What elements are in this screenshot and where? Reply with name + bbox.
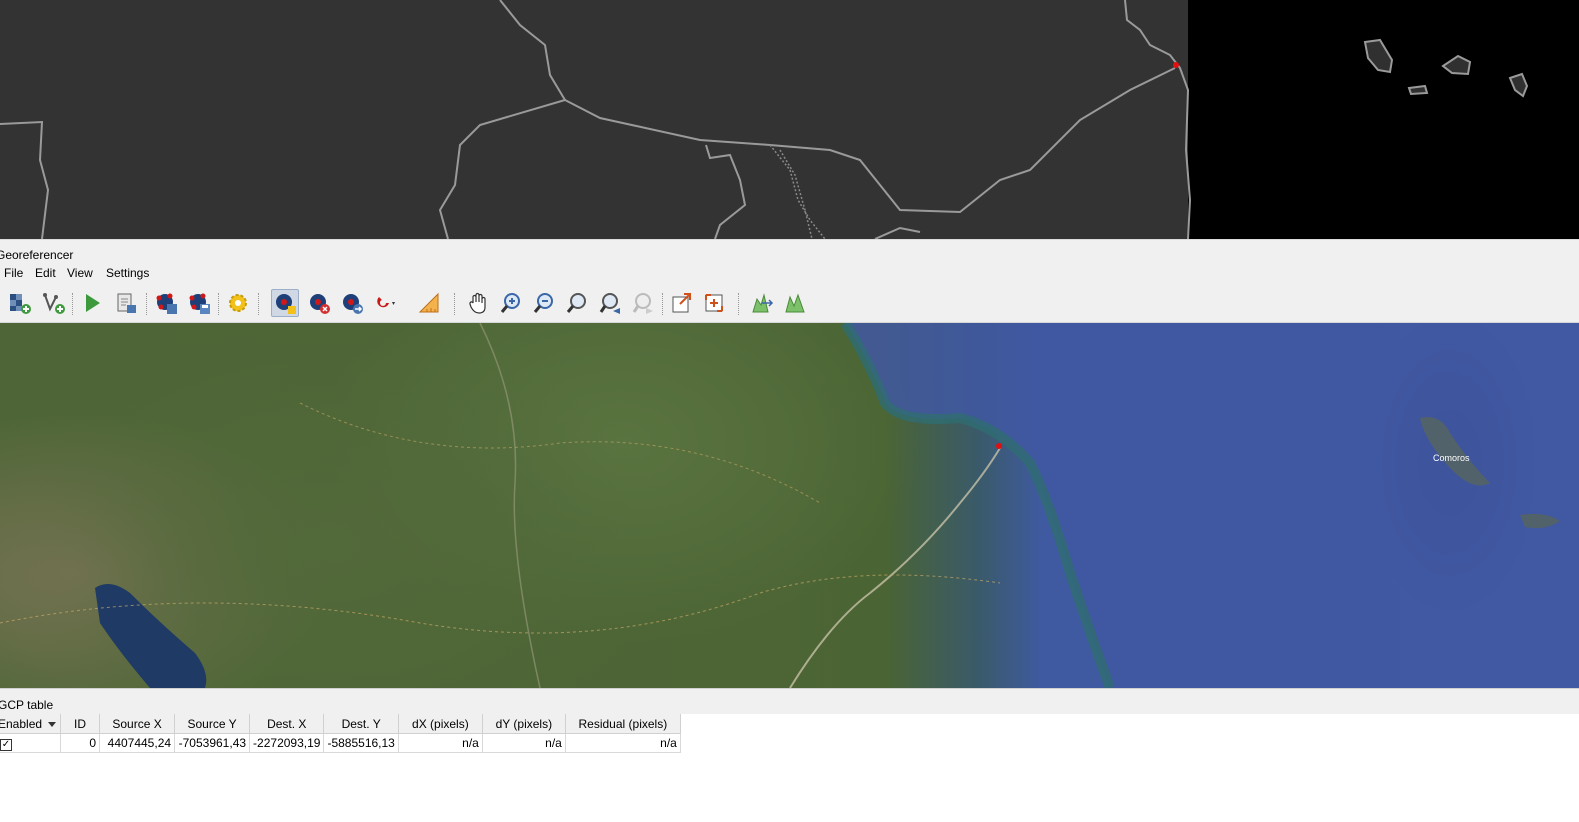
georeferencer-title-bar: Georeferencer — [0, 239, 1579, 264]
source-x-cell[interactable]: 4407445,24 — [99, 733, 176, 753]
link-qgis-to-georeferencer-icon[interactable] — [700, 289, 728, 317]
full-histogram-stretch-icon[interactable] — [781, 289, 809, 317]
id-cell: 0 — [60, 733, 101, 753]
country-borders-map — [0, 0, 1579, 239]
column-header-residual[interactable]: Residual (pixels) — [565, 714, 681, 734]
menu-edit[interactable]: Edit — [33, 266, 58, 280]
zoom-to-layer-icon[interactable] — [563, 289, 591, 317]
dest-x-cell[interactable]: -2272093,19 — [249, 733, 325, 753]
dest-y-cell[interactable]: -5885516,13 — [323, 733, 399, 753]
delete-point-icon[interactable] — [305, 289, 333, 317]
toolbar-separator — [662, 293, 664, 315]
add-point-icon[interactable] — [271, 289, 299, 317]
pan-icon[interactable] — [464, 289, 492, 317]
satellite-raster-image: Comoros — [0, 323, 1579, 688]
dx-cell: n/a — [398, 733, 483, 753]
menu-view[interactable]: View — [65, 266, 95, 280]
georeferencer-raster-canvas[interactable]: Comoros — [0, 323, 1579, 688]
toolbar-separator — [454, 293, 456, 315]
column-header-dest-x[interactable]: Dest. X — [249, 714, 325, 734]
load-gcp-points-icon[interactable] — [152, 289, 180, 317]
toolbar-separator — [738, 293, 740, 315]
generate-gdal-script-icon[interactable] — [112, 289, 140, 317]
open-vector-icon[interactable] — [40, 289, 68, 317]
enabled-cell[interactable]: ✓ — [0, 733, 62, 753]
toolbar-separator — [72, 293, 74, 315]
column-header-dy[interactable]: dY (pixels) — [482, 714, 566, 734]
start-georeferencing-icon[interactable] — [78, 289, 106, 317]
sort-indicator-icon — [48, 721, 57, 727]
move-gcp-icon[interactable] — [338, 289, 366, 317]
enabled-checkbox[interactable]: ✓ — [0, 738, 12, 751]
column-header-dest-y[interactable]: Dest. Y — [323, 714, 399, 734]
source-y-cell[interactable]: -7053961,43 — [174, 733, 251, 753]
gcp-table-title: GCP table — [0, 698, 54, 712]
dy-cell: n/a — [482, 733, 566, 753]
zoom-in-icon[interactable] — [497, 289, 525, 317]
toolbar-separator — [218, 293, 220, 315]
residual-cell: n/a — [565, 733, 681, 753]
menu-settings[interactable]: Settings — [104, 266, 151, 280]
gcp-table-dock-header: GCP table — [0, 688, 1579, 715]
transformation-settings-icon[interactable] — [224, 289, 252, 317]
column-header-dx[interactable]: dX (pixels) — [398, 714, 483, 734]
snap-icon[interactable] — [371, 289, 399, 317]
menu-bar: File Edit View Settings — [0, 263, 1579, 285]
georeferencer-toolbar — [0, 285, 1579, 323]
zoom-last-icon[interactable] — [596, 289, 624, 317]
zoom-out-icon[interactable] — [530, 289, 558, 317]
zoom-next-icon[interactable] — [629, 289, 657, 317]
column-header-id[interactable]: ID — [60, 714, 101, 734]
column-header-enabled[interactable]: Enabled — [0, 714, 62, 734]
toolbar-separator — [146, 293, 148, 315]
qgis-map-canvas[interactable] — [0, 0, 1579, 239]
map-place-label: Comoros — [1433, 453, 1470, 463]
toolbar-separator — [258, 293, 260, 315]
table-row[interactable]: ✓ 0 4407445,24 -7053961,43 -2272093,19 -… — [0, 733, 681, 753]
menu-file[interactable]: File — [2, 266, 25, 280]
window-title: Georeferencer — [0, 248, 74, 262]
link-georeferencer-to-qgis-icon[interactable] — [668, 289, 696, 317]
column-header-source-y[interactable]: Source Y — [174, 714, 251, 734]
save-gcp-points-icon[interactable] — [185, 289, 213, 317]
gcp-table-area: Enabled ID Source X Source Y Dest. X Des… — [0, 714, 1579, 822]
full-screen-ruler-icon[interactable] — [415, 289, 443, 317]
gcp-table: Enabled ID Source X Source Y Dest. X Des… — [0, 714, 681, 753]
local-histogram-stretch-icon[interactable] — [748, 289, 776, 317]
open-raster-icon[interactable] — [6, 289, 34, 317]
column-header-source-x[interactable]: Source X — [99, 714, 176, 734]
